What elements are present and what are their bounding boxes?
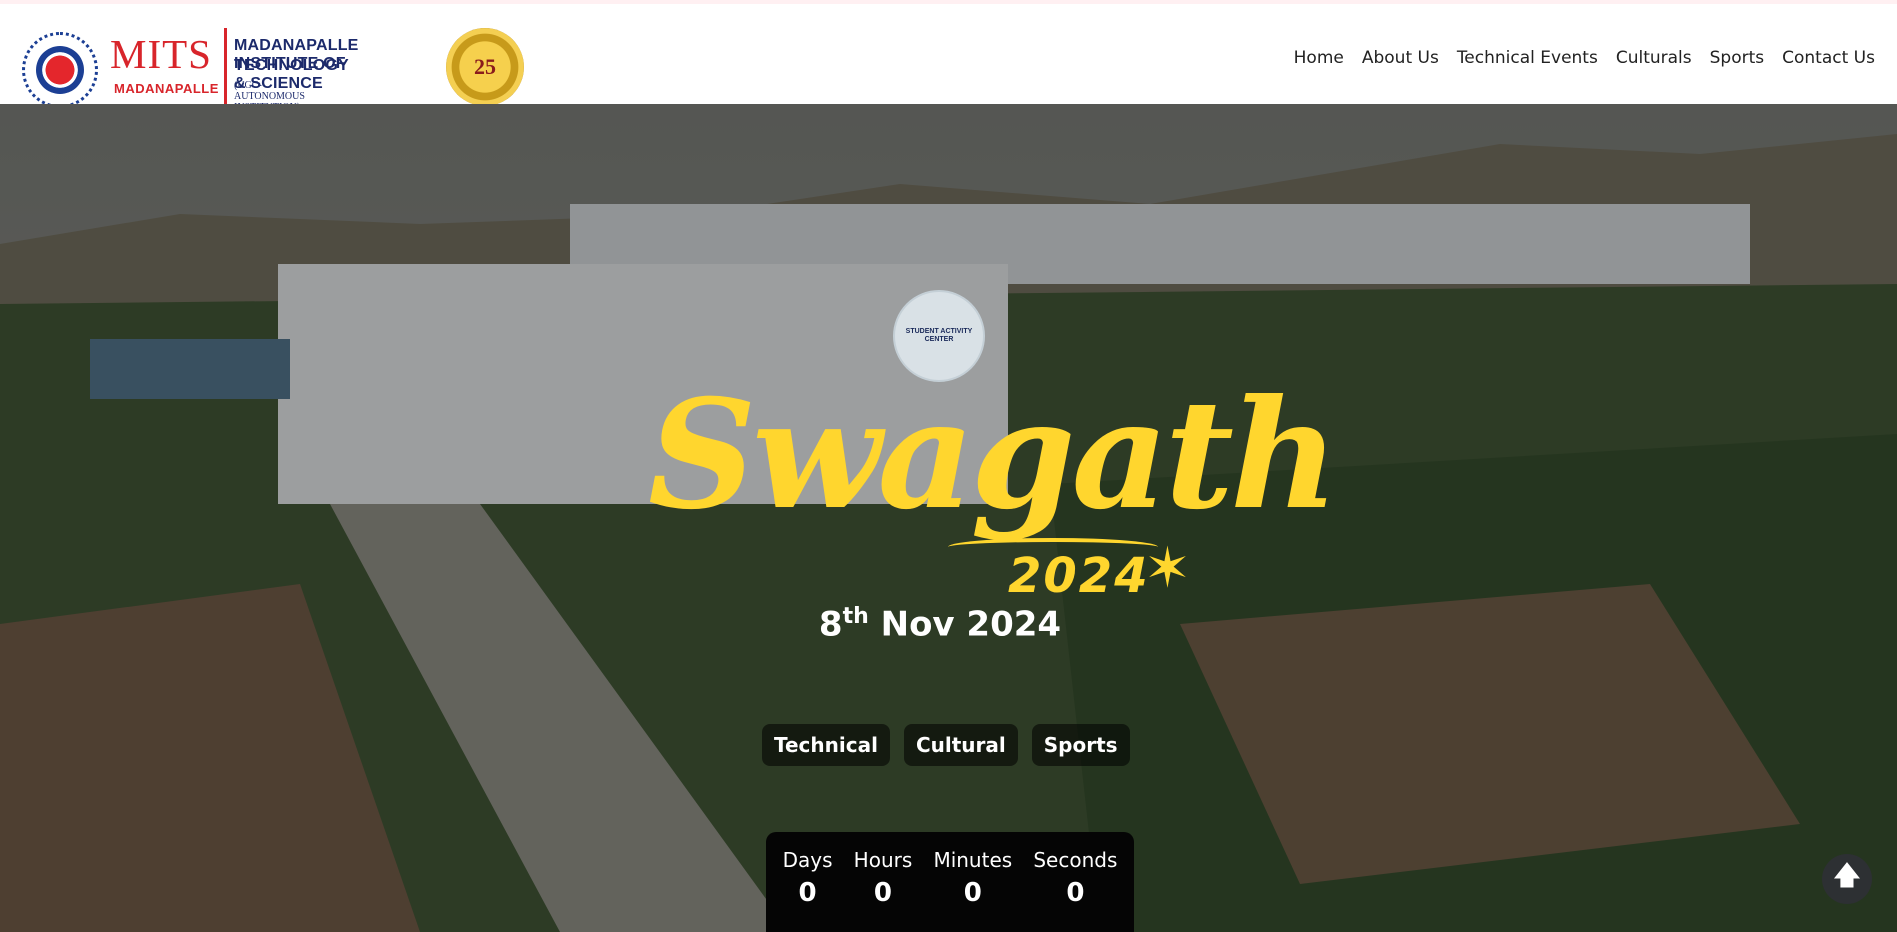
nav-about-us[interactable]: About Us	[1362, 48, 1439, 68]
sports-button[interactable]: Sports	[1031, 724, 1130, 766]
mits-emblem-icon	[22, 32, 98, 108]
nav-sports[interactable]: Sports	[1710, 48, 1765, 68]
countdown-minutes: Minutes 0	[933, 848, 1013, 908]
countdown-hours: Hours 0	[853, 848, 913, 908]
site-header: MITS MADANAPALLE MADANAPALLE INSTITUTE O…	[0, 4, 1897, 113]
technical-button[interactable]: Technical	[762, 724, 890, 766]
event-logo: Swagath 2024 ✶	[648, 380, 1339, 620]
star-icon: ✶	[1144, 536, 1191, 599]
main-nav: Home About Us Technical Events Culturals…	[1294, 48, 1875, 68]
nav-technical-events[interactable]: Technical Events	[1457, 48, 1598, 68]
cultural-button[interactable]: Cultural	[903, 724, 1018, 766]
arrow-up-icon: 🡅	[1833, 860, 1861, 890]
event-date: 8th Nov 2024	[818, 604, 1062, 645]
logo-mits-text: MITS	[110, 31, 212, 77]
event-year: 2024	[1008, 548, 1150, 604]
category-buttons: Technical Cultural Sports	[762, 724, 1130, 766]
nav-culturals[interactable]: Culturals	[1616, 48, 1692, 68]
countdown-seconds: Seconds 0	[1033, 848, 1118, 908]
logo-mits-subtext: MADANAPALLE	[114, 81, 219, 96]
nav-contact-us[interactable]: Contact Us	[1782, 48, 1875, 68]
nav-home[interactable]: Home	[1294, 48, 1344, 68]
anniversary-badge-icon: 25	[446, 28, 524, 106]
scroll-to-top-button[interactable]: 🡅	[1822, 854, 1872, 904]
event-name: Swagath	[648, 367, 1339, 543]
countdown-days: Days 0	[782, 848, 833, 908]
logo-divider	[224, 28, 227, 106]
countdown-timer: Days 0 Hours 0 Minutes 0 Seconds 0	[766, 832, 1134, 932]
hero-section: STUDENT ACTIVITY CENTER Swagath 2024 ✶ 8…	[0, 104, 1897, 932]
